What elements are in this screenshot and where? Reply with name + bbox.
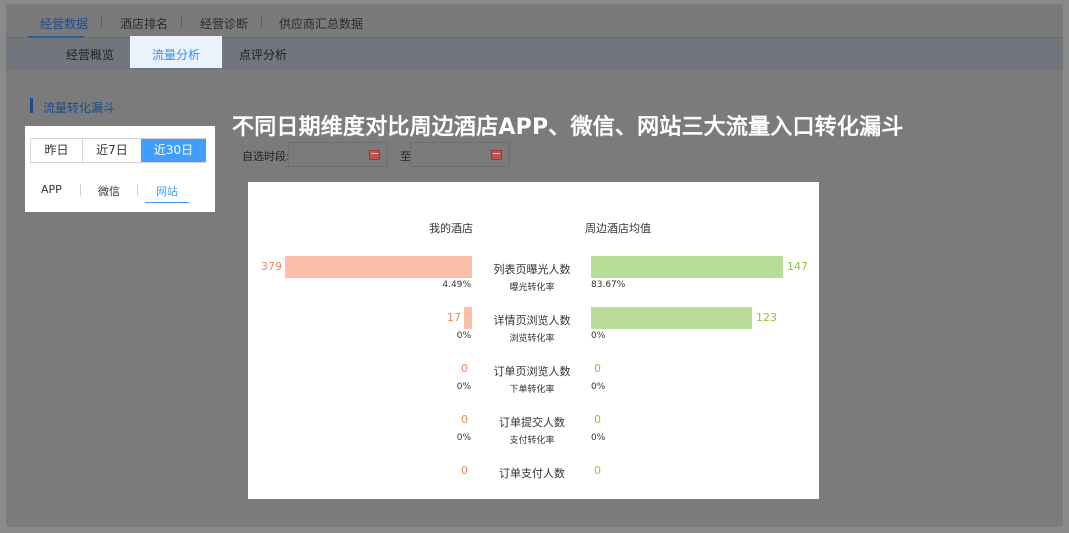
my-hotel-value: 0 <box>461 413 468 426</box>
nearby-average-value: 123 <box>756 311 777 324</box>
nearby-average-rate: 0% <box>591 433 606 443</box>
tab-operating-data[interactable]: 经营数据 <box>40 15 88 32</box>
tab-divider <box>261 16 262 28</box>
tab-divider <box>101 16 102 28</box>
end-date-input[interactable] <box>410 142 510 167</box>
conversion-rate-label: 曝光转化率 <box>509 283 555 293</box>
section-title: 流量转化漏斗 <box>43 101 116 115</box>
annotation-heading: 不同日期维度对比周边酒店APP、微信、网站三大流量入口转化漏斗 <box>232 115 904 140</box>
funnel-stage-label: 详情页浏览人数 <box>493 314 571 327</box>
funnel-stage-label: 订单页浏览人数 <box>493 365 571 378</box>
my-hotel-bar <box>285 256 472 278</box>
nearby-average-rate: 83.67% <box>591 280 626 290</box>
range-7-days-button[interactable]: 近7日 <box>83 139 141 162</box>
range-30-days-button[interactable]: 近30日 <box>141 139 206 162</box>
nearby-average-rate: 0% <box>591 382 606 392</box>
channel-active-underline <box>145 202 189 203</box>
channel-app[interactable]: APP <box>41 183 62 196</box>
my-hotel-value: 0 <box>461 362 468 375</box>
nearby-average-value: 0 <box>594 413 601 426</box>
tab-divider <box>181 16 182 28</box>
funnel-stage-label: 订单提交人数 <box>499 416 565 429</box>
nearby-average-value: 0 <box>594 362 601 375</box>
my-hotel-value: 379 <box>261 260 282 273</box>
tab-operating-diagnosis[interactable]: 经营诊断 <box>200 15 248 32</box>
conversion-rate-label: 浏览转化率 <box>509 334 555 344</box>
my-hotel-rate: 0% <box>456 433 471 443</box>
conversion-funnel-panel: 我的酒店 周边酒店均值 379 147 列表页曝光人数 曝光转化率 4.49% 83.67… <box>248 182 819 499</box>
channel-divider <box>80 184 81 196</box>
nearby-average-value: 147 <box>787 260 808 273</box>
subtab-review-analysis[interactable]: 点评分析 <box>239 46 287 63</box>
my-hotel-value: 17 <box>447 311 461 324</box>
my-hotel-bar <box>464 307 472 329</box>
my-hotel-rate: 0% <box>456 382 471 392</box>
calendar-icon <box>369 150 380 160</box>
nearby-average-header: 周边酒店均值 <box>585 222 651 235</box>
nearby-average-rate: 0% <box>591 331 606 341</box>
custom-range-label: 自选时段: <box>242 150 290 163</box>
my-hotel-header: 我的酒店 <box>429 222 473 235</box>
tab-hotel-ranking[interactable]: 酒店排名 <box>120 15 168 32</box>
funnel-stage-label: 订单支付人数 <box>499 467 565 480</box>
my-hotel-value: 0 <box>461 464 468 477</box>
subtab-traffic-analysis[interactable]: 流量分析 <box>152 46 200 63</box>
funnel-stage-label: 列表页曝光人数 <box>493 263 571 276</box>
my-hotel-rate: 4.49% <box>442 280 471 290</box>
sub-tab-bar: 经营概览 流量分析 点评分析 <box>6 36 1063 70</box>
date-range-button-group: 昨日 近7日 近30日 <box>30 138 206 163</box>
channel-website[interactable]: 网站 <box>156 183 178 199</box>
calendar-icon <box>491 150 502 160</box>
nearby-average-bar <box>591 256 783 278</box>
start-date-input[interactable] <box>288 142 388 167</box>
section-title-marker <box>30 98 33 113</box>
channel-wechat[interactable]: 微信 <box>98 183 120 199</box>
subtab-overview[interactable]: 经营概览 <box>66 46 114 63</box>
nearby-average-value: 0 <box>594 464 601 477</box>
nearby-average-bar <box>591 307 752 329</box>
conversion-rate-label: 下单转化率 <box>509 385 555 395</box>
tab-supplier-summary[interactable]: 供应商汇总数据 <box>279 15 363 32</box>
date-channel-selector: 昨日 近7日 近30日 APP 微信 网站 <box>25 126 215 212</box>
my-hotel-rate: 0% <box>456 331 471 341</box>
channel-divider <box>137 184 138 196</box>
conversion-rate-label: 支付转化率 <box>509 436 555 446</box>
range-yesterday-button[interactable]: 昨日 <box>31 139 82 162</box>
top-tab-bar: 经营数据 酒店排名 经营诊断 供应商汇总数据 <box>6 4 1063 38</box>
